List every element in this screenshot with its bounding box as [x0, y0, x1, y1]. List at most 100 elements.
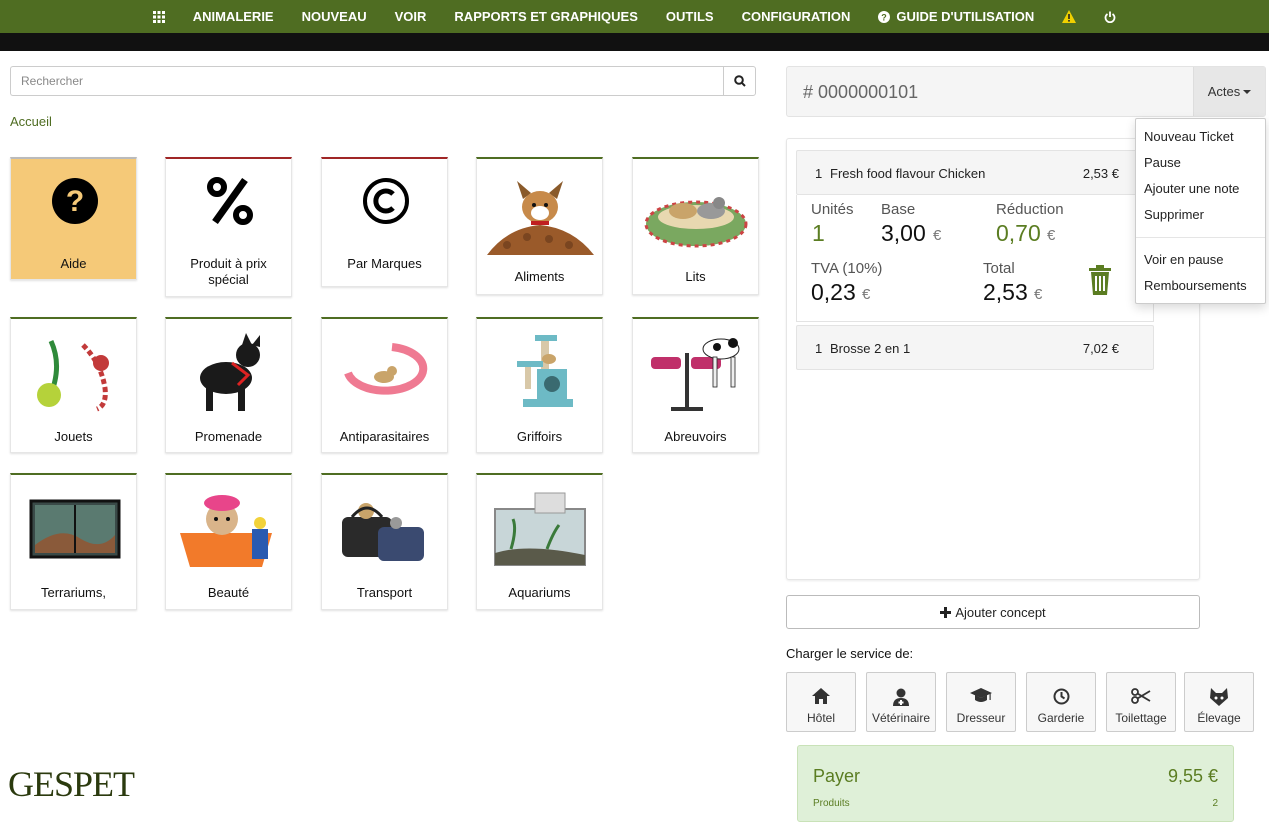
doctor-icon: [893, 688, 909, 706]
reduction-value[interactable]: 0,70: [996, 220, 1041, 247]
trash-icon[interactable]: [1088, 265, 1112, 295]
transport-image: [332, 485, 439, 575]
service-dresseur-button[interactable]: Dresseur: [946, 672, 1016, 732]
tile-terrariums[interactable]: Terrariums,: [10, 473, 137, 610]
header-bar: [0, 33, 1269, 51]
nav-label: VOIR: [394, 9, 427, 24]
copyright-icon: [362, 178, 409, 224]
line-name: Brosse 2 en 1: [830, 341, 911, 356]
breadcrumb-home[interactable]: Accueil: [10, 114, 52, 129]
ticket-line[interactable]: 1 Brosse 2 en 1 7,02 €: [796, 325, 1154, 370]
actes-label: Actes: [1207, 84, 1241, 99]
tile-beaute[interactable]: Beauté: [165, 473, 292, 610]
search-button[interactable]: [723, 66, 756, 96]
service-elevage-button[interactable]: Élevage: [1184, 672, 1254, 732]
question-circle-icon: ?: [878, 10, 891, 23]
tile-aide[interactable]: ? Aide: [10, 157, 137, 280]
svg-text:?: ?: [882, 12, 888, 22]
line-price: 7,02 €: [1082, 341, 1119, 356]
tile-jouets[interactable]: Jouets: [10, 317, 137, 453]
actes-dropdown-button[interactable]: Actes: [1193, 67, 1265, 116]
base-value[interactable]: 3,00: [881, 220, 926, 247]
base-currency: €: [933, 227, 942, 244]
menu-item-remboursements[interactable]: Remboursements: [1144, 278, 1247, 293]
nav-warning-button[interactable]: [1048, 10, 1090, 23]
tile-antiparasitaires[interactable]: Antiparasitaires: [321, 317, 448, 453]
cat-icon: [1210, 688, 1228, 706]
menu-item-ajouter-note[interactable]: Ajouter une note: [1144, 181, 1239, 196]
nav-configuration[interactable]: CONFIGURATION: [728, 9, 865, 24]
tile-transport[interactable]: Transport: [321, 473, 448, 610]
service-garderie-button[interactable]: Garderie: [1026, 672, 1096, 732]
line-qty: 1: [815, 166, 823, 181]
nav-animalerie[interactable]: ANIMALERIE: [179, 9, 288, 24]
pay-amount: 9,55 €: [1167, 766, 1218, 786]
nav-outils[interactable]: OUTILS: [652, 9, 728, 24]
ticket-line-detail: Unités 1 Base 3,00 € Réduction 0,70 € TV…: [796, 195, 1154, 322]
service-hotel-button[interactable]: Hôtel: [786, 672, 856, 732]
ticket-line[interactable]: 1 Fresh food flavour Chicken 2,53 €: [796, 150, 1154, 195]
ticket-number: # 0000000101: [803, 82, 918, 103]
tile-label: Abreuvoirs: [664, 429, 727, 444]
tile-label: Terrariums,: [40, 585, 106, 600]
add-concept-button[interactable]: Ajouter concept: [786, 595, 1200, 629]
ticket-header: # 0000000101 Actes: [786, 66, 1266, 117]
nav-guide[interactable]: ? GUIDE D'UTILISATION: [864, 9, 1048, 24]
plus-icon: [940, 606, 952, 618]
menu-item-voir-en-pause[interactable]: Voir en pause: [1144, 252, 1224, 267]
tile-label: Griffoirs: [516, 429, 563, 444]
menu-item-pause[interactable]: Pause: [1144, 155, 1181, 170]
tile-par-marques[interactable]: Par Marques: [321, 157, 448, 287]
pay-label: Payer: [813, 766, 861, 786]
gespet-logo: GESPET: [8, 764, 135, 804]
add-concept-label: Ajouter concept: [955, 604, 1046, 620]
line-price: 2,53 €: [1082, 166, 1119, 181]
tile-label: Promenade: [194, 429, 263, 444]
service-toilettage-button[interactable]: Toilettage: [1106, 672, 1176, 732]
graduation-cap-icon: [970, 688, 992, 702]
nav-nouveau[interactable]: NOUVEAU: [288, 9, 381, 24]
tile-aquariums[interactable]: Aquariums: [476, 473, 603, 610]
nav-voir[interactable]: VOIR: [381, 9, 441, 24]
tva-currency: €: [862, 286, 871, 303]
tile-promenade[interactable]: Promenade: [165, 317, 292, 453]
actes-dropdown-menu: Nouveau Ticket Pause Ajouter une note Su…: [1135, 118, 1266, 304]
power-icon: [1104, 11, 1116, 23]
tile-aliments[interactable]: Aliments: [476, 157, 603, 295]
tile-abreuvoirs[interactable]: Abreuvoirs: [632, 317, 759, 453]
total-value: 2,53: [983, 279, 1028, 305]
top-navigation: ANIMALERIE NOUVEAU VOIR RAPPORTS ET GRAP…: [0, 0, 1269, 33]
search-input[interactable]: [10, 66, 723, 96]
service-label: Vétérinaire: [871, 711, 931, 725]
scissors-icon: [1131, 688, 1151, 704]
tile-label: Antiparasitaires: [339, 429, 430, 444]
units-value[interactable]: 1: [812, 220, 825, 247]
grid-icon: [152, 10, 165, 23]
tile-label: Aquariums: [508, 585, 571, 600]
tile-lits[interactable]: Lits: [632, 157, 759, 295]
units-label: Unités: [811, 201, 854, 218]
pay-button[interactable]: Payer 9,55 € Produits 2: [797, 745, 1234, 822]
menu-divider: [1136, 237, 1265, 238]
tile-griffoirs[interactable]: Griffoirs: [476, 317, 603, 453]
tile-produit-prix-special[interactable]: Produit à prix spécial: [165, 157, 292, 297]
griffoirs-image: [487, 329, 594, 419]
base-label: Base: [881, 201, 916, 218]
caret-down-icon: [1243, 89, 1252, 94]
products-label: Produits: [813, 798, 850, 809]
service-label: Élevage: [1197, 711, 1241, 725]
services-title: Charger le service de:: [786, 646, 914, 661]
tva-value: 0,23: [811, 279, 856, 305]
nav-rapports[interactable]: RAPPORTS ET GRAPHIQUES: [440, 9, 651, 24]
service-veterinaire-button[interactable]: Vétérinaire: [866, 672, 936, 732]
menu-item-supprimer[interactable]: Supprimer: [1144, 207, 1204, 222]
search-bar: [10, 66, 756, 96]
reduction-label: Réduction: [996, 201, 1064, 218]
antiparasitaires-image: [332, 329, 439, 419]
help-icon: ?: [51, 178, 98, 224]
nav-apps-button[interactable]: [139, 10, 179, 23]
total-label: Total: [983, 260, 1015, 277]
menu-item-nouveau-ticket[interactable]: Nouveau Ticket: [1144, 129, 1234, 144]
nav-label: NOUVEAU: [301, 9, 367, 24]
nav-power-button[interactable]: [1090, 11, 1130, 23]
